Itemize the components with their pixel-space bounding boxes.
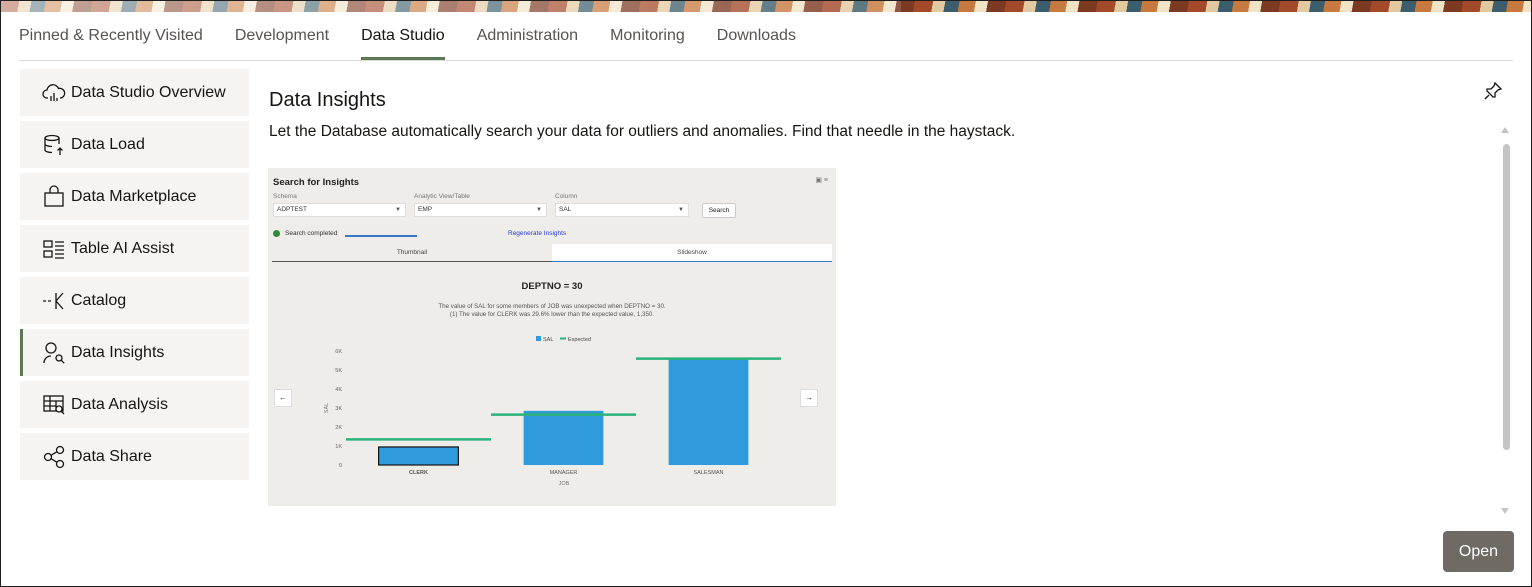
table-list-icon: [41, 237, 67, 261]
sidebar-item-label: Data Marketplace: [71, 187, 197, 205]
y-axis-label: SAL: [324, 403, 330, 413]
y-tick-label: 6K: [335, 349, 342, 355]
tab-administration[interactable]: Administration: [477, 12, 578, 60]
table-search-icon: [41, 393, 67, 417]
database-upload-icon: [41, 133, 67, 157]
sidebar-item-data-analysis[interactable]: Data Analysis: [20, 381, 249, 428]
y-tick-label: 1K: [335, 444, 342, 450]
sidebar-item-label: Data Analysis: [71, 395, 168, 413]
sidebar-item-label: Data Share: [71, 447, 152, 465]
tabs-divider: [19, 60, 1513, 61]
pin-icon[interactable]: [1483, 81, 1503, 101]
tab-development[interactable]: Development: [235, 12, 329, 60]
open-button[interactable]: Open: [1443, 531, 1514, 572]
legend-label-expected: Expected: [568, 337, 591, 343]
sidebar-item-label: Table AI Assist: [71, 239, 175, 257]
page-title: Data Insights: [269, 89, 386, 111]
legend-label-sal: SAL: [543, 337, 553, 343]
insight-bar-chart: 0 1K 2K 3K 4K 5K 6K SAL CLERK MANAGER SALESMAN JOB S…: [324, 336, 781, 487]
insights-preview-image: Search for Insights ▣ ≡ Schema ADPTEST ▼ …: [268, 168, 836, 506]
y-tick-label: 2K: [335, 425, 342, 431]
top-tabs: Pinned & Recently Visited Development Da…: [19, 12, 828, 60]
bar-sal: [378, 446, 459, 466]
scrollbar-thumb[interactable]: [1503, 144, 1510, 450]
main-panel: Data Insights Let the Database automatic…: [269, 81, 1489, 141]
sidebar-item-label: Data Insights: [71, 343, 165, 361]
page-description: Let the Database automatically search yo…: [269, 123, 1016, 140]
catalog-icon: [41, 289, 67, 313]
bar-sal: [523, 410, 604, 465]
x-tick-label: SALESMAN: [694, 470, 724, 476]
sidebar-item-data-share[interactable]: Data Share: [20, 433, 249, 480]
sidebar: Data Studio Overview Data Load Data Mark…: [20, 69, 249, 485]
y-tick-label: 0: [339, 463, 342, 469]
sidebar-item-data-studio-overview[interactable]: Data Studio Overview: [20, 69, 249, 116]
share-nodes-icon: [41, 445, 67, 469]
app-window: Pinned & Recently Visited Development Da…: [0, 0, 1532, 587]
y-tick-label: 5K: [335, 368, 342, 374]
scroll-up-arrow[interactable]: [1501, 127, 1509, 133]
tab-monitoring[interactable]: Monitoring: [610, 12, 685, 60]
x-tick-label: CLERK: [409, 470, 428, 476]
cloud-chart-icon: [41, 81, 67, 105]
sidebar-item-table-ai-assist[interactable]: Table AI Assist: [20, 225, 249, 272]
y-tick-label: 3K: [335, 406, 342, 412]
y-tick-label: 4K: [335, 387, 342, 393]
sidebar-item-catalog[interactable]: Catalog: [20, 277, 249, 324]
sidebar-item-label: Catalog: [71, 291, 127, 309]
sidebar-item-data-load[interactable]: Data Load: [20, 121, 249, 168]
tab-pinned-recently-visited[interactable]: Pinned & Recently Visited: [19, 12, 203, 60]
sidebar-item-label: Data Load: [71, 135, 145, 153]
scroll-down-arrow[interactable]: [1501, 508, 1509, 514]
sidebar-item-label: Data Studio Overview: [71, 83, 226, 101]
sidebar-item-data-marketplace[interactable]: Data Marketplace: [20, 173, 249, 220]
person-search-icon: [41, 341, 67, 365]
tab-data-studio[interactable]: Data Studio: [361, 12, 445, 60]
bar-sal: [668, 358, 749, 465]
shopping-bag-icon: [41, 184, 67, 209]
sidebar-item-data-insights[interactable]: Data Insights: [20, 329, 249, 376]
tab-downloads[interactable]: Downloads: [717, 12, 796, 60]
legend-swatch-sal: [536, 336, 541, 341]
x-axis-label: JOB: [559, 481, 570, 487]
x-tick-label: MANAGER: [550, 470, 578, 476]
